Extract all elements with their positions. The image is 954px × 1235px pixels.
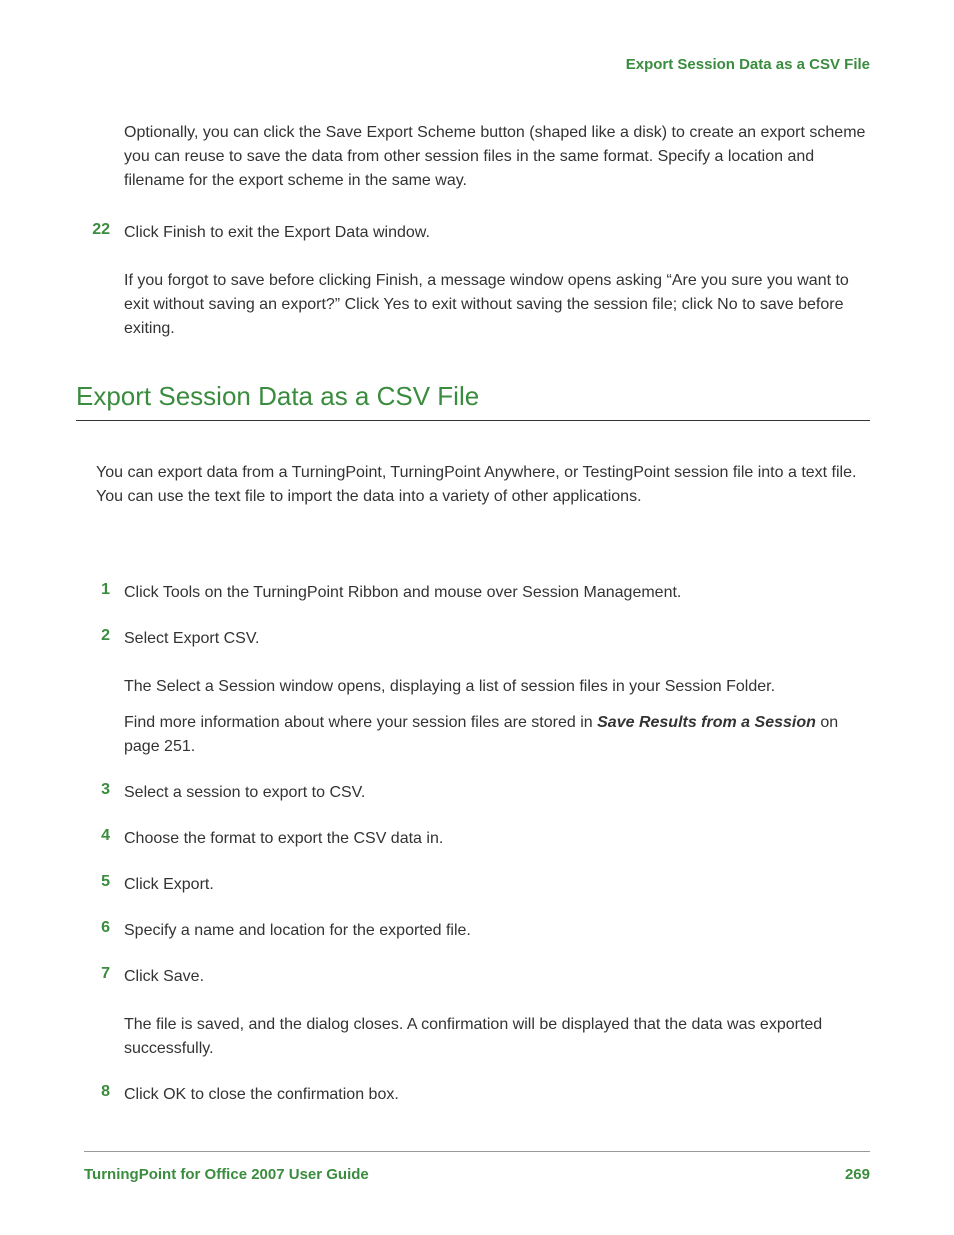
step-number: 7: [86, 965, 124, 1061]
step-number: 6: [86, 919, 124, 943]
step-8: 8 Click OK to close the confirmation box…: [124, 1083, 870, 1107]
step-number: 22: [86, 221, 124, 341]
step-subtext: If you forgot to save before clicking Fi…: [124, 269, 870, 341]
step-subtext-2: Find more information about where your s…: [124, 711, 870, 759]
step-7: 7 Click Save. The file is saved, and the…: [124, 965, 870, 1061]
footer-page-number: 269: [845, 1166, 870, 1183]
step-22: 22 Click Finish to exit the Export Data …: [124, 221, 870, 341]
step-1: 1 Click Tools on the TurningPoint Ribbon…: [124, 581, 870, 605]
step-text: Click Save.: [124, 965, 870, 989]
step-number: 8: [86, 1083, 124, 1107]
step-number: 3: [86, 781, 124, 805]
step-3: 3 Select a session to export to CSV.: [124, 781, 870, 805]
step-number: 5: [86, 873, 124, 897]
step-4: 4 Choose the format to export the CSV da…: [124, 827, 870, 851]
section-intro: You can export data from a TurningPoint,…: [96, 461, 870, 509]
step-text: Select Export CSV.: [124, 627, 870, 651]
page-footer: TurningPoint for Office 2007 User Guide …: [84, 1151, 870, 1183]
step-subtext: The file is saved, and the dialog closes…: [124, 1013, 870, 1061]
step-text: Select a session to export to CSV.: [124, 781, 870, 805]
intro-paragraph: Optionally, you can click the Save Expor…: [124, 121, 870, 193]
subtext-prefix: Find more information about where your s…: [124, 714, 597, 731]
step-text: Click Finish to exit the Export Data win…: [124, 221, 870, 245]
step-5: 5 Click Export.: [124, 873, 870, 897]
step-number: 1: [86, 581, 124, 605]
step-2: 2 Select Export CSV. The Select a Sessio…: [124, 627, 870, 759]
step-text: Click Export.: [124, 873, 870, 897]
section-heading: Export Session Data as a CSV File: [76, 381, 870, 412]
step-text: Specify a name and location for the expo…: [124, 919, 870, 943]
step-text: Click OK to close the confirmation box.: [124, 1083, 870, 1107]
section-rule: [76, 420, 870, 421]
step-6: 6 Specify a name and location for the ex…: [124, 919, 870, 943]
save-results-link[interactable]: Save Results from a Session: [597, 714, 816, 731]
footer-guide-title: TurningPoint for Office 2007 User Guide: [84, 1166, 369, 1183]
page-header-title: Export Session Data as a CSV File: [84, 56, 870, 73]
step-number: 2: [86, 627, 124, 759]
step-subtext: The Select a Session window opens, displ…: [124, 675, 870, 699]
step-text: Choose the format to export the CSV data…: [124, 827, 870, 851]
step-text: Click Tools on the TurningPoint Ribbon a…: [124, 581, 870, 605]
step-number: 4: [86, 827, 124, 851]
